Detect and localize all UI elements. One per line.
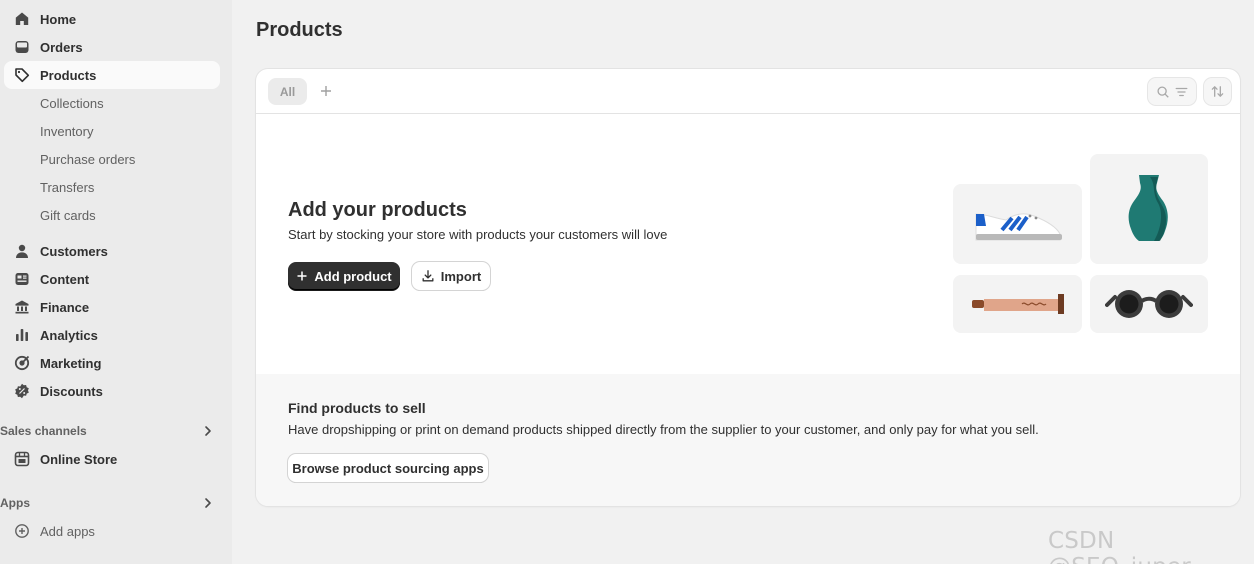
sidebar-item-label: Add apps bbox=[40, 523, 95, 539]
sidebar-item-label: Orders bbox=[40, 39, 83, 55]
sourcing-description: Have dropshipping or print on demand pro… bbox=[288, 422, 1039, 437]
sidebar-subitem-gift-cards[interactable]: Gift cards bbox=[40, 204, 96, 226]
toothpaste-tile bbox=[953, 275, 1082, 333]
target-icon bbox=[14, 355, 30, 371]
import-label: Import bbox=[440, 268, 482, 284]
sidebar-item-orders[interactable]: Orders bbox=[4, 33, 220, 61]
sidebar-item-home[interactable]: Home bbox=[4, 5, 220, 33]
search-filter-button[interactable] bbox=[1148, 78, 1196, 105]
inbox-icon bbox=[14, 39, 30, 55]
vase-tile bbox=[1090, 154, 1208, 264]
chevron-right-icon bbox=[205, 426, 211, 436]
sidebar-item-label: Content bbox=[40, 271, 90, 287]
content-icon bbox=[14, 271, 30, 287]
sidebar-subitem-collections[interactable]: Collections bbox=[40, 92, 104, 114]
plus-circle-icon bbox=[14, 523, 30, 539]
tabs-bar: All bbox=[256, 69, 1240, 114]
empty-state-description: Start by stocking your store with produc… bbox=[288, 227, 668, 242]
empty-state-title: Add your products bbox=[288, 199, 467, 221]
vase-illustration bbox=[1128, 175, 1168, 241]
sidebar-subitem-purchase-orders[interactable]: Purchase orders bbox=[40, 148, 135, 170]
products-card: All Add your products Start by stocking … bbox=[256, 69, 1240, 506]
sort-button[interactable] bbox=[1204, 78, 1231, 105]
sidebar-item-label: Analytics bbox=[40, 327, 98, 343]
discount-icon bbox=[14, 383, 30, 399]
tag-icon bbox=[14, 67, 30, 83]
add-product-label: Add product bbox=[314, 268, 392, 284]
sidebar-item-discounts[interactable]: Discounts bbox=[4, 377, 220, 405]
sneaker-tile bbox=[953, 184, 1082, 264]
person-icon bbox=[14, 243, 30, 259]
sidebar-item-label: Discounts bbox=[40, 383, 103, 399]
sidebar-item-label: Online Store bbox=[40, 451, 118, 467]
sidebar: Home Orders Products Collections Invento… bbox=[0, 0, 232, 564]
add-view-icon[interactable] bbox=[318, 83, 334, 99]
import-button[interactable]: Import bbox=[412, 262, 490, 290]
sidebar-item-analytics[interactable]: Analytics bbox=[4, 321, 220, 349]
sidebar-item-marketing[interactable]: Marketing bbox=[4, 349, 220, 377]
sourcing-section: Find products to sell Have dropshipping … bbox=[256, 374, 1240, 506]
apps-label: Apps bbox=[0, 496, 30, 510]
sidebar-item-label: Home bbox=[40, 11, 77, 27]
add-product-button[interactable]: Add product bbox=[288, 262, 400, 290]
sidebar-item-products[interactable]: Products bbox=[4, 61, 220, 89]
browse-sourcing-apps-button[interactable]: Browse product sourcing apps bbox=[288, 454, 488, 482]
sidebar-subitem-transfers[interactable]: Transfers bbox=[40, 176, 94, 198]
filter-icon bbox=[1175, 87, 1187, 96]
search-icon bbox=[1156, 85, 1169, 98]
home-icon bbox=[14, 11, 30, 27]
sales-channels-header[interactable]: Sales channels bbox=[0, 421, 220, 441]
chevron-right-icon bbox=[205, 498, 211, 508]
bar-chart-icon bbox=[14, 327, 30, 343]
page-title: Products bbox=[256, 19, 343, 41]
watermark: CSDN @SEO_juper bbox=[1048, 528, 1191, 564]
sidebar-item-finance[interactable]: Finance bbox=[4, 293, 220, 321]
sidebar-item-online-store[interactable]: Online Store bbox=[4, 445, 220, 473]
sunglasses-illustration bbox=[1105, 290, 1193, 318]
tube-illustration bbox=[971, 294, 1064, 314]
store-icon bbox=[14, 451, 30, 467]
sidebar-item-label: Finance bbox=[40, 299, 90, 315]
plus-icon bbox=[297, 271, 307, 281]
apps-header[interactable]: Apps bbox=[0, 493, 220, 513]
sales-channels-label: Sales channels bbox=[0, 424, 87, 438]
sort-icon bbox=[1211, 86, 1224, 97]
sidebar-item-label: Customers bbox=[40, 243, 108, 259]
download-icon bbox=[422, 270, 434, 282]
sidebar-subitem-inventory[interactable]: Inventory bbox=[40, 120, 93, 142]
sidebar-item-customers[interactable]: Customers bbox=[4, 237, 220, 265]
sidebar-item-add-apps[interactable]: Add apps bbox=[4, 517, 220, 545]
sidebar-item-label: Marketing bbox=[40, 355, 102, 371]
bank-icon bbox=[14, 299, 30, 315]
sourcing-title: Find products to sell bbox=[288, 400, 426, 416]
sneaker-illustration bbox=[975, 213, 1062, 241]
sunglasses-tile bbox=[1090, 275, 1208, 333]
sidebar-item-label: Products bbox=[40, 67, 97, 83]
tab-all[interactable]: All bbox=[268, 78, 307, 105]
sidebar-item-content[interactable]: Content bbox=[4, 265, 220, 293]
